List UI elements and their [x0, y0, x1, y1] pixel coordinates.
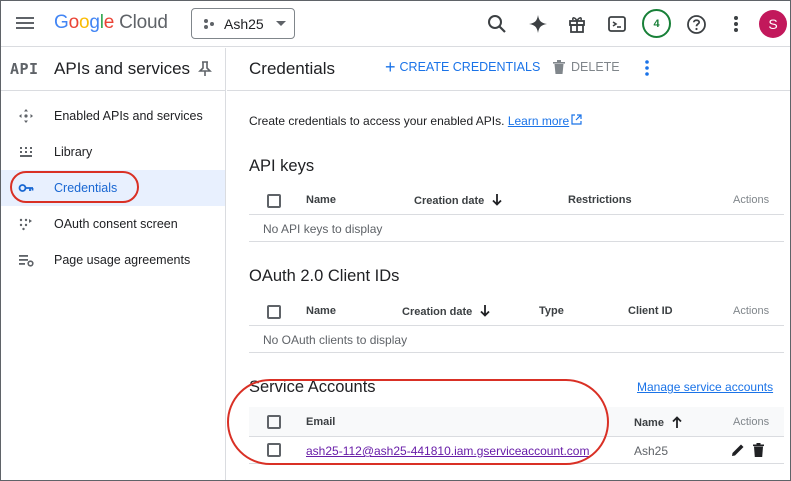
- column-name[interactable]: Name: [634, 416, 682, 429]
- table-header: Name Creation date Restrictions Actions: [249, 185, 784, 215]
- project-icon: [204, 18, 216, 30]
- column-actions: Actions: [733, 305, 770, 317]
- empty-row: No OAuth clients to display: [249, 326, 784, 353]
- oauth-heading: OAuth 2.0 Client IDs: [249, 267, 400, 285]
- main-content: Credentials + CREATE CREDENTIALS DELETE …: [227, 48, 790, 480]
- sidebar: API APIs and services Enabled APIs and s…: [1, 48, 226, 480]
- oauth-table: Name Creation date Type Client ID Action…: [249, 296, 784, 353]
- empty-row: No API keys to display: [249, 215, 784, 242]
- sidebar-item-library[interactable]: Library: [1, 134, 225, 170]
- column-actions: Actions: [733, 194, 770, 206]
- search-icon[interactable]: [485, 12, 509, 36]
- app-window: Google Cloud Ash25 4 S API APIs and serv…: [0, 0, 791, 481]
- oauth-icon: [18, 216, 34, 232]
- sort-up-icon: [672, 416, 682, 428]
- trash-icon: [553, 60, 565, 74]
- column-actions: Actions: [733, 416, 770, 428]
- column-creation-date[interactable]: Creation date: [402, 305, 490, 318]
- chevron-down-icon: [275, 21, 286, 26]
- sort-down-icon: [480, 305, 490, 317]
- page-description: Create credentials to access your enable…: [249, 114, 582, 128]
- sidebar-item-page-usage[interactable]: Page usage agreements: [1, 242, 225, 278]
- table-header: Name Creation date Type Client ID Action…: [249, 296, 784, 326]
- cloud-shell-icon[interactable]: [605, 12, 629, 36]
- plus-icon: +: [385, 57, 396, 77]
- delete-row-icon[interactable]: [753, 443, 764, 460]
- column-type[interactable]: Type: [539, 305, 564, 317]
- sidebar-item-oauth-consent[interactable]: OAuth consent screen: [1, 206, 225, 242]
- sort-down-icon: [492, 194, 502, 206]
- project-picker[interactable]: Ash25: [191, 8, 295, 39]
- select-all-checkbox[interactable]: [267, 194, 281, 208]
- external-link-icon: [571, 114, 582, 125]
- gift-icon[interactable]: [565, 12, 589, 36]
- google-cloud-logo[interactable]: Google Cloud: [54, 12, 168, 34]
- select-all-checkbox[interactable]: [267, 305, 281, 319]
- library-icon: [18, 144, 34, 160]
- settings-list-icon: [18, 252, 34, 268]
- help-icon[interactable]: [684, 12, 708, 36]
- create-credentials-button[interactable]: + CREATE CREDENTIALS: [385, 57, 540, 77]
- delete-button[interactable]: DELETE: [553, 60, 620, 74]
- service-accounts-highlight-circle: [227, 379, 609, 465]
- main-header: Credentials + CREATE CREDENTIALS DELETE: [227, 48, 790, 91]
- column-restrictions[interactable]: Restrictions: [568, 194, 632, 206]
- project-name: Ash25: [224, 15, 264, 32]
- main-menu-icon[interactable]: [16, 14, 36, 32]
- api-keys-table: Name Creation date Restrictions Actions …: [249, 185, 784, 242]
- learn-more-link[interactable]: Learn more: [508, 114, 582, 128]
- credentials-highlight-circle: [10, 171, 139, 203]
- sidebar-item-enabled-apis[interactable]: Enabled APIs and services: [1, 98, 225, 134]
- manage-service-accounts-link[interactable]: Manage service accounts: [637, 380, 773, 394]
- more-actions-icon[interactable]: [644, 59, 650, 82]
- page-title: Credentials: [249, 59, 335, 78]
- column-client-id[interactable]: Client ID: [628, 305, 673, 317]
- pin-icon[interactable]: [198, 61, 212, 82]
- api-logo: API: [10, 60, 39, 78]
- edit-icon[interactable]: [731, 443, 745, 460]
- diamond-arrows-icon: [18, 108, 34, 124]
- column-creation-date[interactable]: Creation date: [414, 194, 502, 207]
- column-name[interactable]: Name: [306, 305, 336, 317]
- top-bar: Google Cloud Ash25 4 S: [1, 1, 790, 47]
- notifications-badge[interactable]: 4: [642, 9, 671, 38]
- more-vert-icon[interactable]: [724, 12, 748, 36]
- api-keys-heading: API keys: [249, 157, 315, 175]
- account-avatar[interactable]: S: [759, 10, 787, 38]
- sidebar-title: APIs and services: [54, 59, 191, 78]
- sidebar-header: API APIs and services: [1, 48, 225, 91]
- column-name[interactable]: Name: [306, 194, 336, 206]
- gemini-sparkle-icon[interactable]: [526, 12, 550, 36]
- service-account-name: Ash25: [634, 444, 669, 458]
